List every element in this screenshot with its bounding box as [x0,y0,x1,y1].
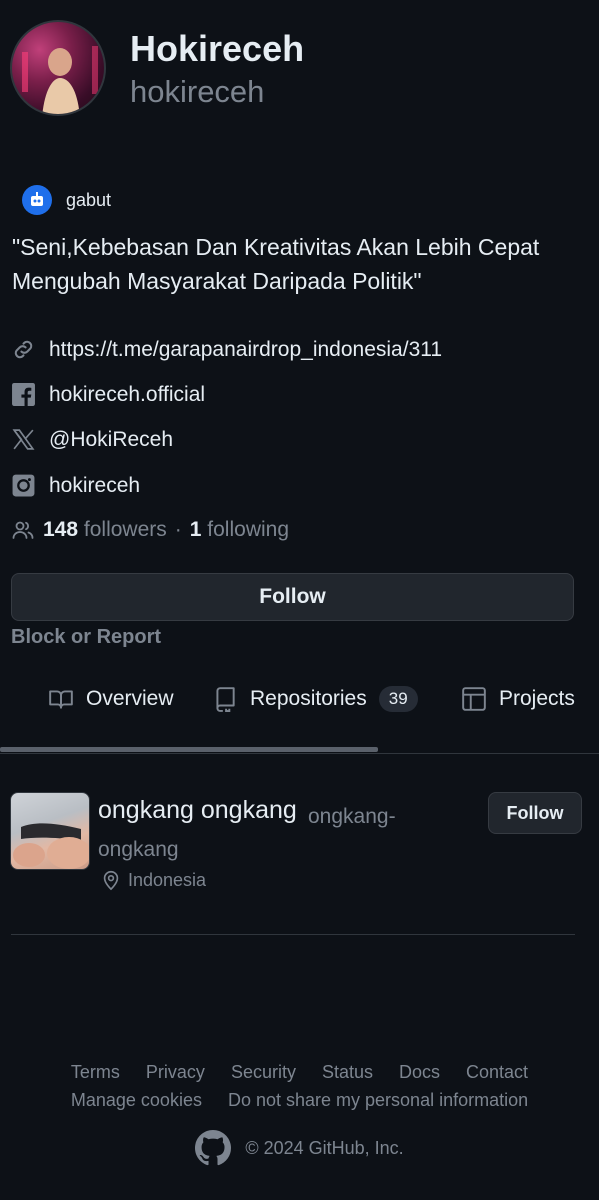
user-card-follow-button[interactable]: Follow [488,792,582,834]
tab-repositories-label: Repositories [250,687,367,710]
x-link[interactable]: @HokiReceh [11,427,173,452]
user-card-avatar[interactable] [10,792,90,870]
followers-label: followers [83,518,167,541]
repositories-counter: 39 [378,686,418,712]
repo-icon [216,687,235,712]
book-icon [49,690,73,709]
footer-terms-link[interactable]: Terms [71,1062,120,1083]
location-text: Indonesia [128,869,207,890]
instagram-text: hokireceh [49,473,141,497]
footer-links: Terms Privacy Security Status Docs Conta… [0,1062,599,1083]
footer-security-link[interactable]: Security [231,1062,296,1083]
following-count: 1 [189,518,202,541]
block-or-report-link[interactable]: Block or Report [11,626,161,649]
footer-contact-link[interactable]: Contact [466,1062,528,1083]
copyright-text: © 2024 GitHub, Inc. [245,1137,404,1158]
tab-overview-label: Overview [86,687,174,710]
followers-count: 148 [43,518,79,541]
instagram-icon [12,474,35,497]
tabs-divider [0,753,599,754]
tab-repositories[interactable]: Repositories 39 [212,686,418,712]
footer-privacy-link[interactable]: Privacy [146,1062,205,1083]
tab-overview[interactable]: Overview [48,686,174,712]
table-icon [462,687,486,711]
tabs-scrollbar[interactable] [0,747,378,752]
footer-docs-link[interactable]: Docs [399,1062,440,1083]
robot-icon [22,185,52,215]
footer-do-not-share-link[interactable]: Do not share my personal information [228,1090,528,1111]
follow-button[interactable]: Follow [11,573,574,621]
list-divider [11,934,575,935]
people-icon [12,521,34,539]
tab-projects[interactable]: Projects [461,686,575,712]
following-label: following [207,518,290,541]
profile-name: Hokireceh [130,28,305,69]
footer-manage-cookies-link[interactable]: Manage cookies [71,1090,202,1111]
instagram-link[interactable]: hokireceh [11,473,140,498]
facebook-icon [12,383,35,406]
facebook-text: hokireceh.official [49,382,206,406]
user-card-location: Indonesia [100,869,206,891]
user-card-login: ongkang-ongkang [98,805,396,861]
x-logo-icon [12,429,35,450]
profile-bio: "Seni,Kebebasan Dan Kreativitas Akan Leb… [12,234,540,294]
status-text: gabut [66,189,112,210]
link-icon [14,340,33,359]
website-text: https://t.me/garapanairdrop_indonesia/31… [49,337,443,361]
followers-link[interactable]: 148 followers [43,518,167,542]
tab-projects-label: Projects [499,687,575,710]
location-icon [103,870,119,891]
followers-separator: · [174,518,182,541]
facebook-link[interactable]: hokireceh.official [11,382,205,407]
following-link[interactable]: 1 following [190,518,289,542]
profile-tabs: Overview Repositories 39 Projects [0,670,599,754]
footer-links-secondary: Manage cookies Do not share my personal … [0,1090,599,1111]
profile-login: hokireceh [130,74,265,109]
footer-copyright: © 2024 GitHub, Inc. [0,1130,599,1166]
user-status[interactable]: gabut [22,185,111,215]
profile-avatar[interactable] [10,20,106,116]
x-handle-text: @HokiReceh [49,427,174,451]
website-link[interactable]: https://t.me/garapanairdrop_indonesia/31… [11,337,442,362]
followers-row[interactable]: 148 followers · 1 following [11,518,289,542]
footer-status-link[interactable]: Status [322,1062,373,1083]
github-logo-icon[interactable] [195,1130,232,1166]
